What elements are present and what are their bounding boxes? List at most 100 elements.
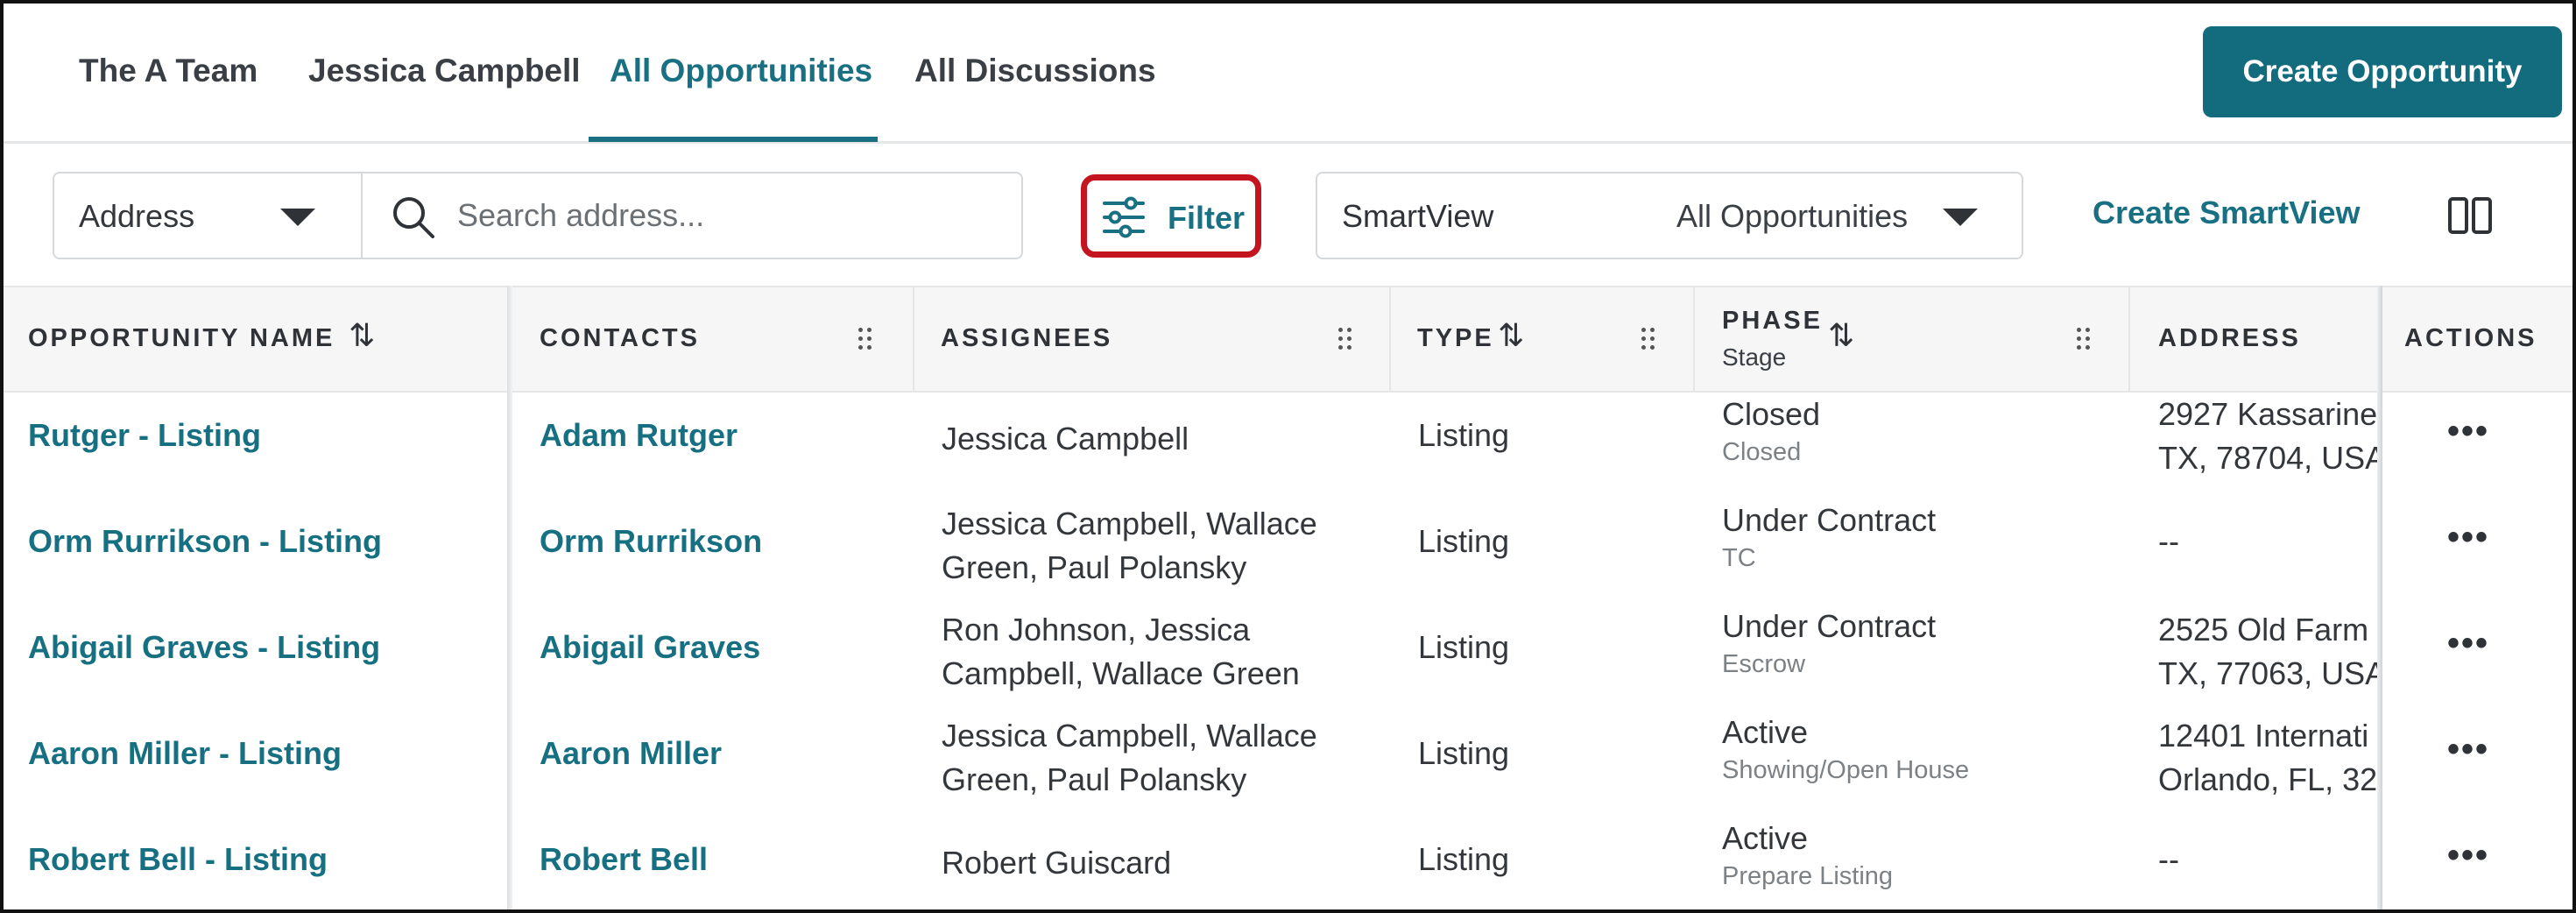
address-column: 2927 Kassarine TX, 78704, USA -- 2525 Ol…: [2130, 286, 2377, 909]
phase-cell: Under Contract TC: [1722, 502, 1936, 573]
opportunity-name-link[interactable]: Aaron Miller - Listing: [28, 735, 342, 772]
contact-link[interactable]: Robert Bell: [540, 841, 708, 878]
contact-link[interactable]: Abigail Graves: [540, 629, 760, 666]
drag-handle-icon[interactable]: [1338, 328, 1356, 352]
filter-button-label: Filter: [1168, 200, 1246, 236]
assignees-line: Robert Guiscard: [942, 845, 1172, 881]
stage-value: Escrow: [1722, 650, 1806, 678]
chevron-down-icon: [280, 209, 315, 226]
more-horizontal-icon[interactable]: •••: [2447, 836, 2489, 875]
phase-cell: Closed Closed: [1722, 396, 1820, 467]
address-line: TX, 78704, USA: [2158, 440, 2377, 476]
phase-cell: Under Contract Escrow: [1722, 608, 1936, 679]
address-cell: --: [2158, 841, 2179, 877]
sliders-icon: [1103, 196, 1145, 238]
assignees-cell: Jessica Campbell: [942, 405, 1189, 461]
column-header-type[interactable]: TYPE ⇅: [1391, 287, 1695, 393]
type-cell: Listing: [1418, 735, 1510, 771]
column-header-actions: ACTIONS: [2380, 287, 2572, 393]
type-cell: Listing: [1418, 841, 1510, 877]
drag-handle-icon[interactable]: [1641, 328, 1659, 352]
column-header-label: ASSIGNEES: [941, 324, 1113, 352]
sort-icon[interactable]: ⇅: [1828, 317, 1854, 354]
contact-link[interactable]: Orm Rurrikson: [540, 523, 762, 560]
assignees-cell: Ron Johnson, Jessica Campbell, Wallace G…: [942, 608, 1300, 696]
more-horizontal-icon[interactable]: •••: [2447, 730, 2489, 769]
search-field-select-value: Address: [79, 198, 195, 234]
search-field-select[interactable]: Address: [54, 173, 363, 258]
address-cell: 2927 Kassarine TX, 78704, USA: [2158, 393, 2377, 480]
drag-handle-icon[interactable]: [2077, 328, 2094, 352]
search-input[interactable]: [457, 184, 1000, 247]
sort-icon[interactable]: ⇅: [1498, 317, 1524, 354]
assignees-line: Jessica Campbell, Wallace: [942, 718, 1317, 754]
drag-handle-icon[interactable]: [858, 328, 876, 352]
column-header-sublabel: Stage: [1722, 343, 1787, 371]
create-opportunity-button[interactable]: Create Opportunity: [2203, 26, 2562, 117]
assignees-cell: Robert Guiscard: [942, 829, 1171, 885]
opportunity-name-link[interactable]: Robert Bell - Listing: [28, 841, 328, 878]
contact-link[interactable]: Adam Rutger: [540, 417, 738, 454]
assignees-cell: Jessica Campbell, Wallace Green, Paul Po…: [942, 714, 1317, 802]
address-line: 2525 Old Farm: [2158, 612, 2369, 648]
phase-value: Under Contract: [1722, 502, 1937, 538]
assignees-line: Green, Paul Polansky: [942, 549, 1247, 585]
address-line: TX, 77063, USA: [2158, 655, 2377, 691]
opportunity-name-link[interactable]: Rutger - Listing: [28, 417, 261, 454]
assignees-line: Jessica Campbell: [942, 421, 1189, 456]
tab-all-opportunities[interactable]: All Opportunities: [610, 53, 872, 89]
type-cell: Listing: [1418, 417, 1510, 453]
more-horizontal-icon[interactable]: •••: [2447, 624, 2489, 663]
frozen-column-divider: [2377, 286, 2382, 909]
frozen-column-divider: [507, 286, 512, 909]
more-horizontal-icon[interactable]: •••: [2447, 412, 2489, 451]
filter-button[interactable]: Filter: [1081, 174, 1261, 258]
phase-value: Active: [1722, 820, 1809, 856]
assignees-line: Green, Paul Polansky: [942, 761, 1247, 797]
toolbar: Address Filter SmartView All Opportun: [4, 144, 2572, 286]
opportunity-name-link[interactable]: Orm Rurrikson - Listing: [28, 523, 382, 560]
type-cell: Listing: [1418, 523, 1510, 559]
address-line: 12401 Internati: [2158, 718, 2369, 754]
phase-cell: Active Prepare Listing: [1722, 820, 1893, 891]
sort-icon[interactable]: ⇅: [349, 317, 375, 354]
stage-value: TC: [1722, 544, 1756, 572]
opportunities-table: OPPORTUNITY NAME ⇅ CONTACTS ASSIGNEES TY…: [4, 286, 2572, 909]
phase-value: Under Contract: [1722, 608, 1937, 644]
opportunity-name-link[interactable]: Abigail Graves - Listing: [28, 629, 380, 666]
stage-value: Closed: [1722, 438, 1802, 466]
phase-cell: Active Showing/Open House: [1722, 714, 1969, 785]
stage-value: Prepare Listing: [1722, 862, 1894, 890]
smartview-select[interactable]: SmartView All Opportunities: [1316, 172, 2023, 259]
column-header-phase[interactable]: PHASE Stage ⇅: [1695, 287, 2130, 393]
assignees-cell: Jessica Campbell, Wallace Green, Paul Po…: [942, 502, 1317, 590]
smartview-label: SmartView: [1342, 198, 1494, 234]
phase-value: Closed: [1722, 396, 1821, 432]
column-header-opportunity-name[interactable]: OPPORTUNITY NAME ⇅: [4, 287, 510, 393]
stage-value: Showing/Open House: [1722, 756, 1970, 784]
assignees-line: Jessica Campbell, Wallace: [942, 506, 1317, 541]
type-cell: Listing: [1418, 629, 1510, 665]
assignees-line: Ron Johnson, Jessica: [942, 612, 1251, 648]
assignees-line: Campbell, Wallace Green: [942, 655, 1300, 691]
active-tab-indicator: [589, 137, 878, 142]
column-header-assignees[interactable]: ASSIGNEES: [914, 287, 1391, 393]
tab-jessica-campbell[interactable]: Jessica Campbell: [308, 53, 581, 89]
column-header-label: OPPORTUNITY NAME: [28, 324, 335, 352]
tab-all-discussions[interactable]: All Discussions: [914, 53, 1156, 89]
phase-value: Active: [1722, 714, 1809, 750]
smartview-value: All Opportunities: [1676, 198, 1909, 234]
column-header-contacts[interactable]: CONTACTS: [510, 287, 914, 393]
chevron-down-icon: [1943, 209, 1978, 226]
top-nav: The A Team Jessica Campbell All Opportun…: [4, 4, 2572, 144]
address-cell: 12401 Internati Orlando, FL, 328: [2158, 714, 2377, 802]
address-cell: --: [2158, 523, 2179, 559]
address-cell: 2525 Old Farm TX, 77063, USA: [2158, 608, 2377, 696]
column-layout-icon[interactable]: [2447, 196, 2493, 235]
contact-link[interactable]: Aaron Miller: [540, 735, 722, 772]
tab-the-a-team[interactable]: The A Team: [79, 53, 258, 89]
address-line: 2927 Kassarine: [2158, 396, 2377, 432]
more-horizontal-icon[interactable]: •••: [2447, 518, 2489, 557]
column-header-label: PHASE: [1722, 307, 1823, 335]
create-smartview-link[interactable]: Create SmartView: [2093, 195, 2361, 231]
